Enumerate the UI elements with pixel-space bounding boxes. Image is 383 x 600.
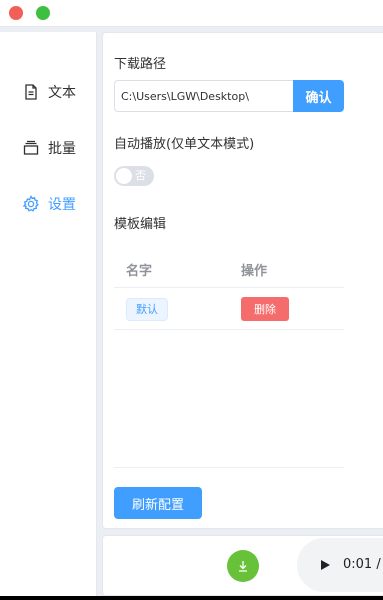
column-header-action: 操作 [241,264,268,279]
play-icon [321,560,330,570]
template-edit-label: 模板编辑 [114,217,167,232]
autoplay-toggle[interactable]: 否 [114,166,154,186]
audio-player: 0:01 / [297,538,383,592]
delete-button[interactable]: 删除 [241,297,289,321]
gear-icon [22,195,40,213]
settings-panel: 下载路径 确认 自动播放(仅单文本模式) 否 模板编辑 名字 操作 默认 删除 … [102,32,383,529]
sidebar: 文本 批量 设置 [0,32,97,596]
stack-icon [22,139,40,157]
toggle-knob [116,168,132,184]
play-button[interactable] [315,555,335,575]
window-bottom-edge [0,596,383,600]
table-header: 名字 操作 [114,248,344,288]
table-row: 默认 删除 [114,288,344,330]
template-table: 名字 操作 默认 删除 [114,248,344,330]
column-header-name: 名字 [126,264,153,279]
template-name-tag[interactable]: 默认 [126,298,168,321]
bottom-bar: 0:01 / [102,535,383,596]
playback-time: 0:01 / [343,557,381,572]
autoplay-label: 自动播放(仅单文本模式) [114,137,255,152]
title-bar [0,0,383,27]
refresh-config-button[interactable]: 刷新配置 [114,487,202,519]
download-path-label: 下载路径 [114,57,167,72]
download-icon [236,559,250,573]
window-close-button[interactable] [9,6,23,20]
sidebar-item-label: 设置 [48,197,76,213]
document-icon [22,83,40,101]
toggle-state-text: 否 [135,169,146,182]
sidebar-item-batch[interactable]: 批量 [0,128,96,168]
sidebar-item-label: 批量 [48,141,76,157]
download-path-group: 确认 [114,80,344,112]
window-maximize-button[interactable] [36,6,50,20]
download-button[interactable] [227,550,259,582]
confirm-button[interactable]: 确认 [293,80,344,112]
sidebar-item-label: 文本 [48,85,76,101]
divider [114,467,344,468]
download-path-input[interactable] [114,80,295,112]
sidebar-item-settings[interactable]: 设置 [0,184,96,224]
sidebar-item-text[interactable]: 文本 [0,72,96,112]
